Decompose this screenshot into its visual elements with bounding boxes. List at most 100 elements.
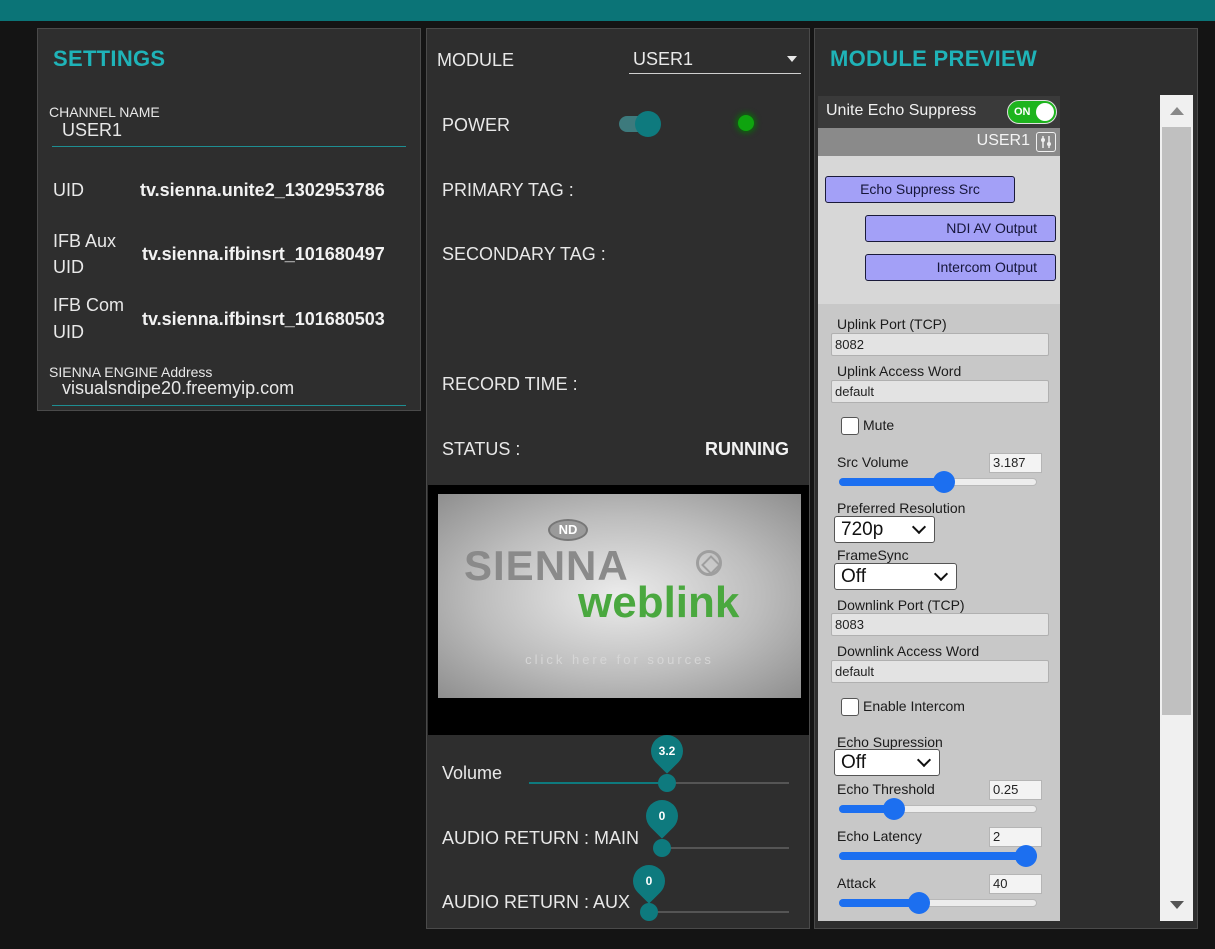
resolution-select[interactable]: 720p xyxy=(834,516,935,543)
src-volume-input[interactable]: 3.187 xyxy=(989,453,1042,473)
scroll-down-icon[interactable] xyxy=(1170,901,1184,909)
module-preview-panel: MODULE PREVIEW Unite Echo Suppress ON US… xyxy=(814,28,1198,929)
chevron-down-icon xyxy=(911,519,927,535)
framesync-select[interactable]: Off xyxy=(834,563,957,590)
user-strip: USER1 xyxy=(818,128,1060,156)
src-volume-slider-fill xyxy=(839,478,945,486)
echo-suppression-select[interactable]: Off xyxy=(834,749,940,776)
ifb-aux-uid-value: tv.sienna.ifbinsrt_101680497 xyxy=(142,244,385,264)
module-label: MODULE xyxy=(437,50,515,70)
module-select[interactable]: USER1 xyxy=(629,47,801,74)
logo-ring-icon xyxy=(696,550,722,576)
channel-name-field[interactable]: USER1 xyxy=(52,119,406,147)
scrollbar-thumb[interactable] xyxy=(1162,127,1191,715)
echo-suppression-label: Echo Supression xyxy=(837,734,943,750)
uplink-word-input[interactable]: default xyxy=(831,380,1049,403)
module-on-toggle[interactable]: ON xyxy=(1007,100,1057,124)
audio-main-slider-thumb[interactable] xyxy=(653,839,671,857)
audio-main-slider-track[interactable] xyxy=(661,847,789,849)
on-label: ON xyxy=(1014,106,1031,118)
echo-threshold-input[interactable]: 0.25 xyxy=(989,780,1042,800)
module-panel: MODULE USER1 POWER PRIMARY TAG : SECONDA… xyxy=(426,28,810,929)
src-volume-label: Src Volume xyxy=(837,454,909,470)
caret-down-icon xyxy=(787,56,797,62)
attack-label: Attack xyxy=(837,875,876,891)
settings-title: SETTINGS xyxy=(53,46,166,71)
power-label: POWER xyxy=(442,115,511,135)
audio-aux-slider-thumb[interactable] xyxy=(640,903,658,921)
downlink-port-label: Downlink Port (TCP) xyxy=(837,597,965,613)
status-value: RUNNING xyxy=(705,439,789,459)
sources-hint: click here for sources xyxy=(525,652,714,667)
downlink-port-input[interactable]: 8083 xyxy=(831,613,1049,636)
uid-value: tv.sienna.unite2_1302953786 xyxy=(140,180,385,200)
uid-label: UID xyxy=(53,180,84,200)
enable-intercom-label: Enable Intercom xyxy=(863,698,965,714)
echo-latency-label: Echo Latency xyxy=(837,828,922,844)
top-bar xyxy=(0,0,1215,21)
echo-threshold-label: Echo Threshold xyxy=(837,781,935,797)
attack-input[interactable]: 40 xyxy=(989,874,1042,894)
audio-return-aux-label: AUDIO RETURN : AUX xyxy=(442,892,631,912)
secondary-tag-label: SECONDARY TAG : xyxy=(442,244,606,264)
enable-intercom-checkbox[interactable] xyxy=(841,698,859,716)
resolution-select-value: 720p xyxy=(841,519,884,540)
mixer-settings-icon[interactable] xyxy=(1036,132,1056,152)
framesync-select-value: Off xyxy=(841,566,866,587)
chevron-down-icon xyxy=(933,566,949,582)
logo-weblink-text: weblink xyxy=(578,578,740,627)
status-label: STATUS : xyxy=(442,439,521,459)
uplink-port-input[interactable]: 8082 xyxy=(831,333,1049,356)
volume-slider-fill xyxy=(529,782,667,784)
audio-return-main-label: AUDIO RETURN : MAIN xyxy=(442,828,640,848)
echo-latency-input[interactable]: 2 xyxy=(989,827,1042,847)
engine-address-field[interactable]: visualsndipe20.freemyip.com xyxy=(52,377,406,406)
node-ndi-av-output[interactable]: NDI AV Output xyxy=(865,215,1056,242)
echo-latency-slider-thumb[interactable] xyxy=(1015,845,1037,867)
mute-checkbox[interactable] xyxy=(841,417,859,435)
audio-aux-value: 0 xyxy=(645,874,653,888)
src-volume-slider-thumb[interactable] xyxy=(933,471,955,493)
volume-slider-thumb[interactable] xyxy=(658,774,676,792)
power-toggle-knob[interactable] xyxy=(635,111,661,137)
uplink-word-label: Uplink Access Word xyxy=(837,363,962,379)
volume-label: Volume xyxy=(442,763,503,783)
video-thumbnail[interactable]: ND SIENNA weblink click here for sources xyxy=(438,494,801,698)
on-toggle-knob xyxy=(1036,103,1054,121)
scroll-up-icon[interactable] xyxy=(1170,107,1184,115)
ifb-aux-label-line1: IFB Aux xyxy=(53,231,117,251)
preview-scrollbar[interactable] xyxy=(1160,95,1193,921)
audio-aux-slider-track[interactable] xyxy=(649,911,789,913)
user-strip-label: USER1 xyxy=(976,132,1030,149)
framesync-label: FrameSync xyxy=(837,547,909,563)
module-card-header: Unite Echo Suppress ON xyxy=(818,96,1060,128)
status-led-icon xyxy=(738,115,754,131)
node-graph: Echo Suppress Src NDI AV Output Intercom… xyxy=(818,156,1060,304)
module-select-value: USER1 xyxy=(633,49,694,69)
node-intercom-output[interactable]: Intercom Output xyxy=(865,254,1056,281)
volume-value: 3.2 xyxy=(658,744,676,758)
echo-threshold-slider-thumb[interactable] xyxy=(883,798,905,820)
module-card-title: Unite Echo Suppress xyxy=(826,102,977,119)
ifb-aux-label-line2: UID xyxy=(53,257,84,277)
attack-slider-thumb[interactable] xyxy=(908,892,930,914)
nd-badge: ND xyxy=(548,519,588,541)
downlink-word-label: Downlink Access Word xyxy=(837,643,980,659)
video-preview[interactable]: ND SIENNA weblink click here for sources xyxy=(428,485,809,735)
settings-panel: SETTINGS CHANNEL NAME USER1 UID tv.sienn… xyxy=(37,28,421,411)
echo-latency-slider-fill xyxy=(839,852,1037,860)
engine-address-value: visualsndipe20.freemyip.com xyxy=(62,378,295,398)
uplink-port-label: Uplink Port (TCP) xyxy=(837,316,947,332)
module-preview-title: MODULE PREVIEW xyxy=(830,46,1038,71)
resolution-label: Preferred Resolution xyxy=(837,500,966,516)
mute-label: Mute xyxy=(863,417,895,433)
ifb-com-uid-value: tv.sienna.ifbinsrt_101680503 xyxy=(142,309,385,329)
node-echo-suppress-src[interactable]: Echo Suppress Src xyxy=(825,176,1015,203)
ifb-com-label-line1: IFB Com xyxy=(53,295,125,315)
chevron-down-icon xyxy=(916,752,932,768)
channel-name-label: CHANNEL NAME xyxy=(49,104,160,120)
echo-suppression-select-value: Off xyxy=(841,752,866,773)
downlink-word-input[interactable]: default xyxy=(831,660,1049,683)
attack-slider-fill xyxy=(839,899,919,907)
record-time-label: RECORD TIME : xyxy=(442,374,578,394)
